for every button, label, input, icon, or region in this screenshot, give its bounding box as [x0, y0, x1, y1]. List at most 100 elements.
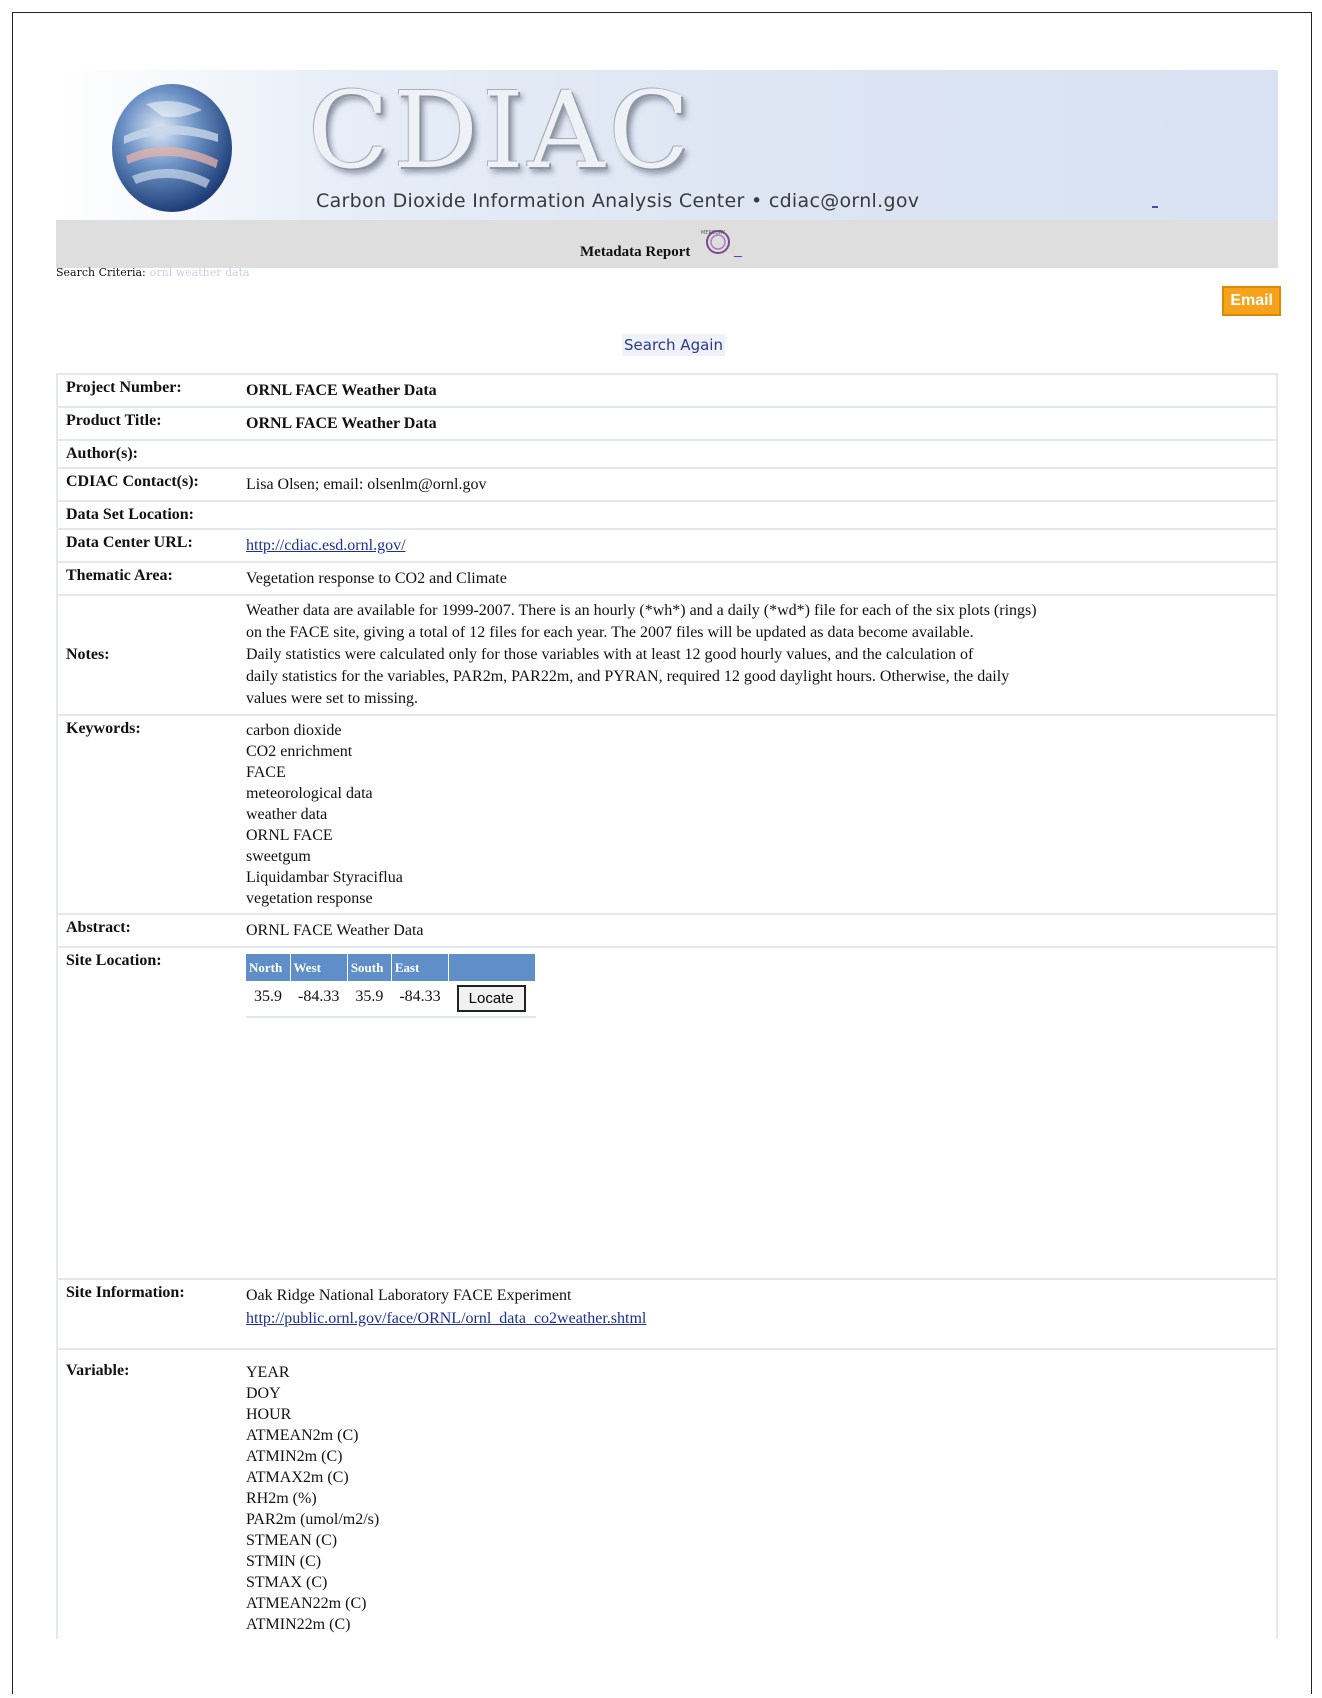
east-value: -84.33	[391, 981, 449, 1018]
site-information-label: Site Information:	[56, 1280, 238, 1350]
south-header: South	[347, 954, 392, 981]
page-content: CDIAC Carbon Dioxide Information Analysi…	[56, 70, 1278, 268]
south-value: 35.9	[347, 981, 392, 1018]
globe-logo-icon	[112, 84, 232, 212]
mercury-link-mark[interactable]	[734, 256, 742, 257]
row-variable: Variable: YEAR DOY HOUR ATMEAN2m (C) ATM…	[56, 1350, 1278, 1639]
notes-line: values were set to missing.	[246, 690, 418, 707]
variable-item: YEAR	[246, 1364, 290, 1381]
site-location-cell: North West South East 35.9 -84.33 35.9 -…	[238, 948, 1278, 1280]
data-set-location-label: Data Set Location:	[56, 502, 238, 530]
variable-item: STMIN (C)	[246, 1553, 322, 1570]
keyword-item: weather data	[246, 806, 328, 823]
keyword-item: Liquidambar Styraciflua	[246, 869, 403, 886]
report-title-bar: Metadata Report MERCURY	[56, 220, 1278, 268]
row-authors: Author(s):	[56, 441, 1278, 469]
metadata-table: Project Number: ORNL FACE Weather Data P…	[56, 373, 1278, 1639]
row-site-location: Site Location: North West South East 35.…	[56, 948, 1278, 1280]
data-set-location-value	[238, 502, 1278, 530]
site-information-link[interactable]: http://public.ornl.gov/face/ORNL/ornl_da…	[246, 1310, 646, 1327]
notes-line: on the FACE site, giving a total of 12 f…	[246, 624, 974, 641]
row-project-number: Project Number: ORNL FACE Weather Data	[56, 373, 1278, 408]
report-title: Metadata Report	[580, 244, 691, 260]
east-header: East	[391, 954, 450, 981]
variable-item: ATMEAN22m (C)	[246, 1595, 367, 1612]
variable-item: ATMIN2m (C)	[246, 1448, 343, 1465]
project-number-value: ORNL FACE Weather Data	[238, 373, 1278, 408]
banner-tagline: Carbon Dioxide Information Analysis Cent…	[316, 190, 920, 212]
notes-line: Weather data are available for 1999-2007…	[246, 602, 1037, 619]
abstract-label: Abstract:	[56, 915, 238, 948]
notes-value: Weather data are available for 1999-2007…	[238, 596, 1278, 716]
variable-item: HOUR	[246, 1406, 292, 1423]
west-header: West	[290, 954, 348, 981]
keyword-item: carbon dioxide	[246, 722, 342, 739]
row-data-center-url: Data Center URL: http://cdiac.esd.ornl.g…	[56, 530, 1278, 563]
locate-button[interactable]: Locate	[456, 985, 526, 1012]
thematic-area-label: Thematic Area:	[56, 563, 238, 596]
variable-item: DOY	[246, 1385, 281, 1402]
keywords-list: carbon dioxide CO2 enrichment FACE meteo…	[238, 716, 1278, 915]
notes-label: Notes:	[56, 596, 238, 716]
site-location-header-row: North West South East	[246, 954, 537, 981]
variable-list: YEAR DOY HOUR ATMEAN2m (C) ATMIN2m (C) A…	[238, 1350, 1278, 1639]
row-site-information: Site Information: Oak Ridge National Lab…	[56, 1280, 1278, 1350]
notes-line: daily statistics for the variables, PAR2…	[246, 668, 1010, 685]
authors-label: Author(s):	[56, 441, 238, 469]
site-information-value: Oak Ridge National Laboratory FACE Exper…	[246, 1287, 572, 1304]
abstract-value: ORNL FACE Weather Data	[238, 915, 1278, 948]
keyword-item: sweetgum	[246, 848, 311, 865]
row-keywords: Keywords: carbon dioxide CO2 enrichment …	[56, 716, 1278, 915]
search-criteria-label: Search Criteria:	[56, 266, 146, 279]
keyword-item: FACE	[246, 764, 286, 781]
data-center-url-label: Data Center URL:	[56, 530, 238, 563]
keyword-item: ORNL FACE	[246, 827, 333, 844]
north-header: North	[246, 954, 291, 981]
site-information-cell: Oak Ridge National Laboratory FACE Exper…	[238, 1280, 1278, 1350]
search-criteria: Search Criteria: ornl weather data	[56, 266, 250, 279]
row-product-title: Product Title: ORNL FACE Weather Data	[56, 408, 1278, 441]
cdiac-logo-text: CDIAC	[308, 70, 694, 192]
locate-cell: Locate	[448, 981, 536, 1018]
variable-item: PAR2m (umol/m2/s)	[246, 1511, 380, 1528]
banner-link-mark[interactable]	[1152, 206, 1158, 208]
row-data-set-location: Data Set Location:	[56, 502, 1278, 530]
search-criteria-value: ornl weather data	[149, 266, 250, 279]
variable-item: STMEAN (C)	[246, 1532, 338, 1549]
mercury-logo-icon[interactable]: MERCURY	[698, 226, 734, 256]
product-title-label: Product Title:	[56, 408, 238, 441]
project-number-label: Project Number:	[56, 373, 238, 408]
mercury-logo-text: MERCURY	[701, 230, 726, 236]
locate-header	[448, 954, 537, 981]
variable-label: Variable:	[56, 1350, 238, 1639]
cdiac-banner: CDIAC Carbon Dioxide Information Analysi…	[56, 70, 1278, 220]
site-location-label: Site Location:	[56, 948, 238, 1280]
search-again-link[interactable]: Search Again	[622, 334, 725, 356]
authors-value	[238, 441, 1278, 469]
site-location-table: North West South East 35.9 -84.33 35.9 -…	[246, 954, 537, 1018]
row-notes: Notes: Weather data are available for 19…	[56, 596, 1278, 716]
thematic-area-value: Vegetation response to CO2 and Climate	[238, 563, 1278, 596]
variable-item: ATMEAN2m (C)	[246, 1427, 359, 1444]
keywords-label: Keywords:	[56, 716, 238, 915]
variable-item: ATMIN22m (C)	[246, 1616, 351, 1633]
row-thematic-area: Thematic Area: Vegetation response to CO…	[56, 563, 1278, 596]
variable-item: STMAX (C)	[246, 1574, 328, 1591]
cdiac-contact-value: Lisa Olsen; email: olsenlm@ornl.gov	[238, 469, 1278, 502]
keyword-item: meteorological data	[246, 785, 373, 802]
west-value: -84.33	[290, 981, 348, 1018]
data-center-url-link[interactable]: http://cdiac.esd.ornl.gov/	[246, 537, 406, 554]
email-button[interactable]: Email	[1222, 286, 1281, 316]
data-center-url-cell: http://cdiac.esd.ornl.gov/	[238, 530, 1278, 563]
site-location-values-row: 35.9 -84.33 35.9 -84.33 Locate	[246, 981, 536, 1018]
row-abstract: Abstract: ORNL FACE Weather Data	[56, 915, 1278, 948]
north-value: 35.9	[246, 981, 290, 1018]
product-title-value: ORNL FACE Weather Data	[238, 408, 1278, 441]
keyword-item: vegetation response	[246, 890, 373, 907]
variable-item: RH2m (%)	[246, 1490, 317, 1507]
variable-item: ATMAX2m (C)	[246, 1469, 349, 1486]
notes-line: Daily statistics were calculated only fo…	[246, 646, 974, 663]
keyword-item: CO2 enrichment	[246, 743, 353, 760]
row-cdiac-contact: CDIAC Contact(s): Lisa Olsen; email: ols…	[56, 469, 1278, 502]
cdiac-contact-label: CDIAC Contact(s):	[56, 469, 238, 502]
